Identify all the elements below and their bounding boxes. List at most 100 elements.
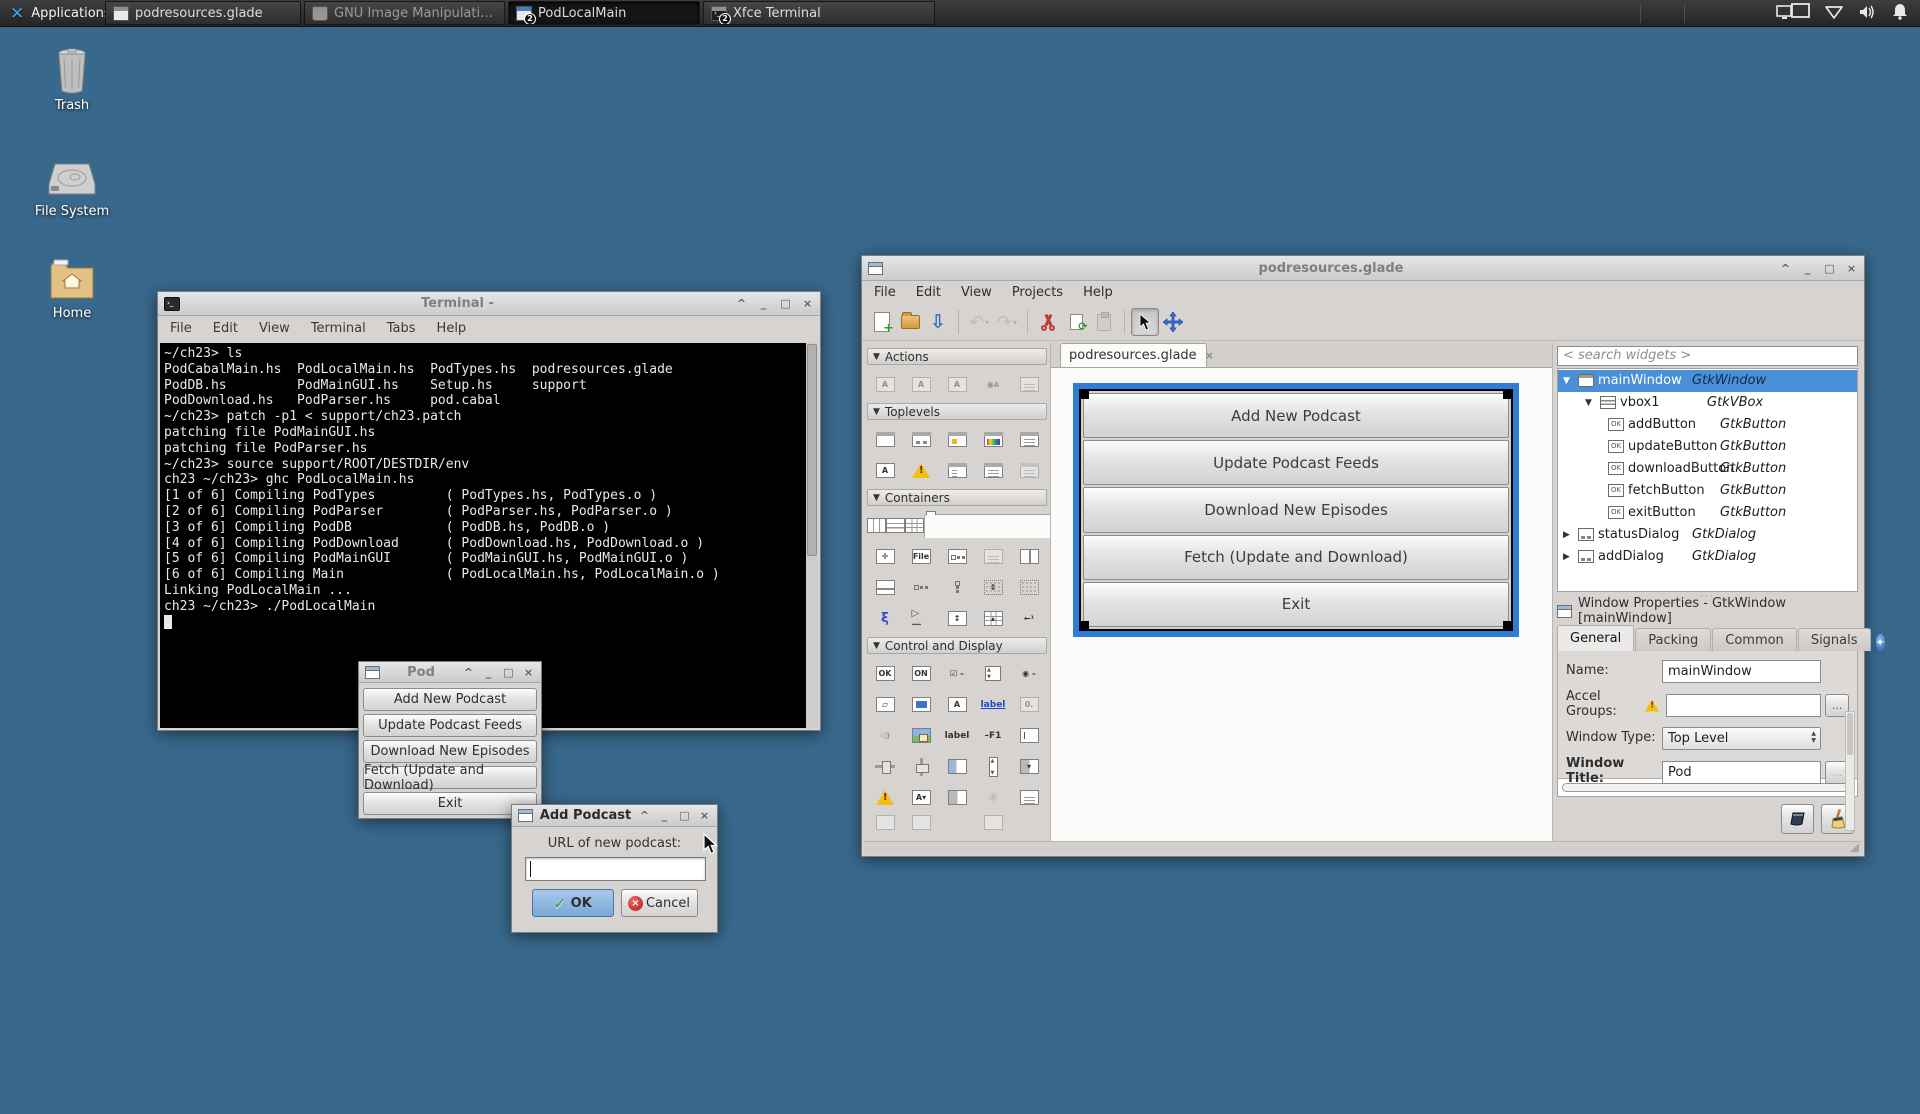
recent-chooser-dialog-icon[interactable]	[1011, 455, 1047, 486]
linkbutton-widget-icon[interactable]: label	[975, 689, 1011, 720]
fontbutton-widget-icon[interactable]: A	[939, 689, 975, 720]
minimize-button[interactable]: _	[757, 297, 770, 310]
scrolled-layout-widget-icon[interactable]: ▴	[975, 603, 1011, 634]
color-dialog-icon[interactable]	[975, 424, 1011, 455]
menu-projects[interactable]: Projects	[1012, 285, 1063, 300]
tab-packing[interactable]: Packing	[1635, 628, 1711, 651]
window-title-field[interactable]: Pod	[1662, 761, 1821, 784]
action-group-icon[interactable]: A	[867, 369, 903, 400]
maximize-button[interactable]: □	[502, 666, 515, 679]
accellabel-widget-icon[interactable]: –F1	[975, 720, 1011, 751]
clipped-widget-icon[interactable]	[867, 813, 903, 831]
desktop-icon-trash[interactable]: Trash	[24, 48, 120, 113]
menubar-widget-icon[interactable]: File	[903, 541, 939, 572]
canvas-update-button[interactable]: Update Podcast Feeds	[1083, 440, 1509, 485]
notifications-bell-icon[interactable]	[1892, 3, 1908, 24]
close-button[interactable]: ×	[801, 297, 814, 310]
label-widget-icon[interactable]: label	[939, 720, 975, 751]
spinner-widget-icon[interactable]: ✳	[975, 782, 1011, 813]
togglebutton-widget-icon[interactable]: ON	[903, 658, 939, 689]
hbuttonbox-widget-icon[interactable]	[903, 572, 939, 603]
tab-close-icon[interactable]: ×	[1205, 349, 1214, 362]
tree-row-vbox1[interactable]: ▼ vbox1 GtkVBox	[1558, 392, 1857, 414]
canvas-download-button[interactable]: Download New Episodes	[1083, 487, 1509, 532]
tab-podresources-glade[interactable]: podresources.glade ×	[1060, 343, 1207, 367]
handlebox-widget-icon[interactable]: ξ	[867, 603, 903, 634]
close-button[interactable]: ×	[522, 666, 535, 679]
comboboxentry-widget-icon[interactable]: A▾	[903, 782, 939, 813]
buttonbox-widget-icon[interactable]	[939, 541, 975, 572]
podcast-url-input[interactable]	[525, 857, 706, 881]
minimize-button[interactable]: _	[1801, 262, 1814, 275]
hbox-widget-icon[interactable]	[867, 510, 886, 541]
clipped-widget-icon[interactable]	[903, 813, 939, 831]
expander-icon[interactable]: ▼	[1585, 398, 1596, 408]
table-widget-icon[interactable]	[905, 510, 924, 541]
viewport-widget-icon[interactable]	[1011, 572, 1047, 603]
vscrollbar-widget-icon[interactable]	[975, 751, 1011, 782]
tree-row-fetchbutton[interactable]: fetchButton GtkButton	[1558, 480, 1857, 502]
about-dialog-icon[interactable]	[903, 455, 939, 486]
tab-general[interactable]: General	[1557, 625, 1634, 651]
taskbar-item-xfce-terminal[interactable]: 2 Xfce Terminal	[703, 1, 935, 25]
canvas-fetch-button[interactable]: Fetch (Update and Download)	[1083, 535, 1509, 580]
tab-signals[interactable]: Signals	[1798, 628, 1871, 651]
alignment-widget-icon[interactable]: ←¹	[1011, 603, 1047, 634]
save-button[interactable]: ⇩	[924, 308, 952, 336]
progressbar-widget-icon[interactable]	[939, 751, 975, 782]
resize-handle[interactable]	[1080, 621, 1089, 630]
clipped-widget-icon[interactable]	[975, 813, 1011, 831]
open-project-button[interactable]	[896, 308, 924, 336]
redo-button[interactable]: ↷▾	[993, 308, 1021, 336]
menu-file[interactable]: File	[874, 285, 896, 300]
taskbar-item-podlocalmain[interactable]: 2 PodLocalMain	[508, 1, 700, 25]
vpaned-widget-icon[interactable]	[867, 572, 903, 603]
desktop-icon-home[interactable]: Home	[24, 258, 120, 321]
download-new-episodes-button[interactable]: Download New Episodes	[363, 740, 537, 763]
volumebutton-widget-icon[interactable]: ◁)	[867, 720, 903, 751]
resize-handle[interactable]	[1503, 390, 1512, 399]
radiobutton-widget-icon[interactable]: ◉ –	[1011, 658, 1047, 689]
selected-window-frame[interactable]: Add New Podcast Update Podcast Feeds Dow…	[1073, 383, 1519, 637]
tree-row-mainwindow[interactable]: ▼ mainWindow GtkWindow	[1558, 370, 1857, 392]
pod-titlebar[interactable]: Pod ^ _ □ ×	[359, 662, 541, 683]
button-widget-icon[interactable]: OK	[867, 658, 903, 689]
menu-help[interactable]: Help	[1083, 285, 1113, 300]
tree-row-adddialog[interactable]: ▶ addDialog GtkDialog	[1558, 546, 1857, 568]
fixed-widget-icon[interactable]: ✛	[867, 541, 903, 572]
checkbutton-widget-icon[interactable]: ☑ –	[939, 658, 975, 689]
display-settings-icon[interactable]	[1776, 3, 1810, 25]
volume-icon[interactable]	[1858, 4, 1878, 24]
undo-button[interactable]: ↶▾	[965, 308, 993, 336]
clipped-widget-icon[interactable]	[939, 813, 975, 831]
menu-terminal[interactable]: Terminal	[311, 321, 366, 336]
rollup-button[interactable]: ^	[638, 809, 651, 822]
add-podcast-titlebar[interactable]: Add Podcast ^ _ □ ×	[512, 805, 717, 827]
maximize-button[interactable]: □	[1823, 262, 1836, 275]
menu-view[interactable]: View	[259, 321, 290, 336]
minimize-button[interactable]: _	[658, 809, 671, 822]
palette-section-containers[interactable]: ▼ Containers	[867, 489, 1047, 506]
drag-resize-tool-button[interactable]	[1159, 308, 1187, 336]
resize-handle[interactable]	[1503, 621, 1512, 630]
action-icon[interactable]: A	[903, 369, 939, 400]
name-field[interactable]: mainWindow	[1662, 660, 1821, 683]
tree-row-statusdialog[interactable]: ▶ statusDialog GtkDialog	[1558, 524, 1857, 546]
font-dialog-icon[interactable]: A	[867, 455, 903, 486]
accessibility-tab-icon[interactable]: ✦	[1876, 634, 1885, 651]
update-podcast-feeds-button[interactable]: Update Podcast Feeds	[363, 714, 537, 737]
taskbar-item-podresources[interactable]: podresources.glade	[105, 1, 301, 25]
menu-view[interactable]: View	[961, 285, 992, 300]
add-new-podcast-button[interactable]: Add New Podcast	[363, 688, 537, 711]
tree-row-addbutton[interactable]: addButton GtkButton	[1558, 414, 1857, 436]
selector-tool-button[interactable]	[1131, 308, 1159, 336]
layout-widget-icon[interactable]: ↕	[939, 603, 975, 634]
expander-widget-icon[interactable]: ▷ —	[903, 603, 939, 634]
resize-grip[interactable]	[1850, 843, 1859, 852]
vscale-widget-icon[interactable]	[903, 751, 939, 782]
hscale-widget-icon[interactable]	[867, 751, 903, 782]
window-type-combo[interactable]: Top Level ▲▼	[1662, 727, 1821, 750]
switch-widget-icon[interactable]	[939, 782, 975, 813]
clipped-widget-icon[interactable]	[1011, 813, 1047, 831]
close-button[interactable]: ×	[698, 809, 711, 822]
